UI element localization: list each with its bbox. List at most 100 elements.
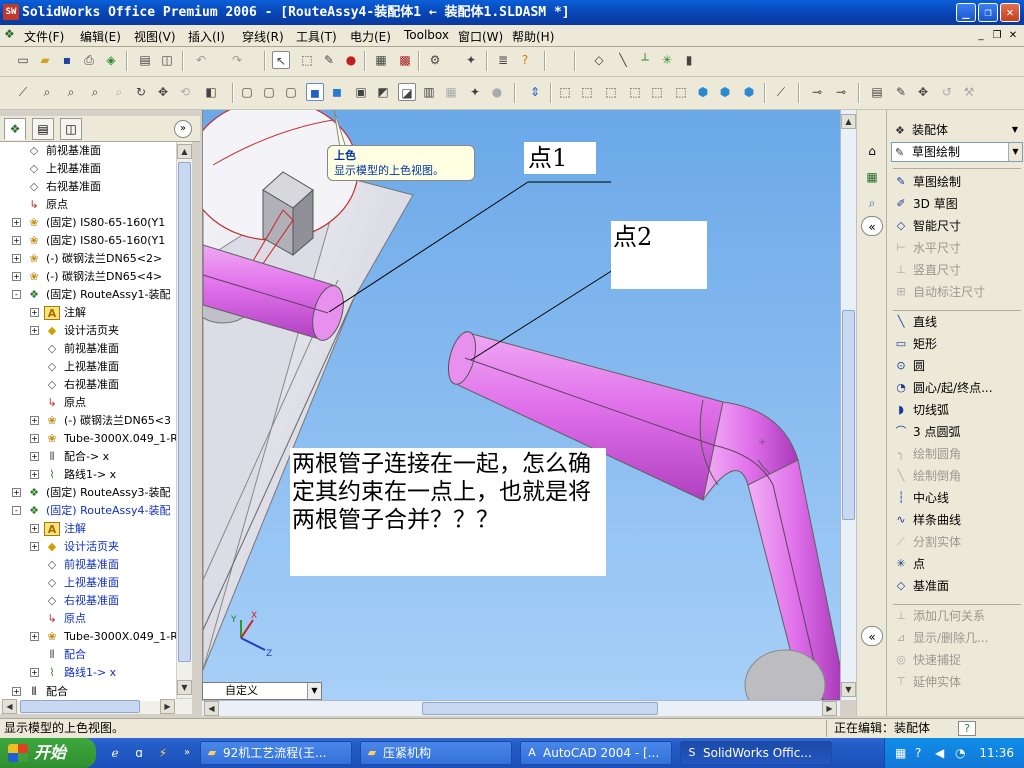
options-icon[interactable]: ⚙ bbox=[426, 51, 444, 69]
wizard-icon[interactable]: ✦ bbox=[462, 51, 480, 69]
cmd-centerline[interactable]: ┆ 中心线 bbox=[893, 488, 949, 508]
tree-row[interactable]: ↳ 原点 bbox=[0, 610, 176, 628]
cmd-smart-dimension[interactable]: ◇ 智能尺寸 bbox=[893, 216, 961, 236]
tree-row[interactable]: - ❖ (固定) RouteAssy1-装配 bbox=[0, 286, 176, 304]
collapse-left-icon-2[interactable]: « bbox=[861, 626, 883, 646]
dimension-line2-icon[interactable]: ⊸ bbox=[832, 83, 850, 101]
rotate-icon[interactable]: ↻ bbox=[132, 83, 150, 101]
expand-icon[interactable]: + bbox=[30, 524, 39, 533]
menu-help[interactable]: 帮助(H) bbox=[512, 28, 554, 45]
curvature-icon[interactable]: ▥ bbox=[420, 83, 438, 101]
menu-file[interactable]: 文件(F) bbox=[24, 28, 64, 45]
tree-row[interactable]: + ❀ (-) 碳钢法兰DN65<4> bbox=[0, 268, 176, 286]
new-icon[interactable]: ▭ bbox=[14, 51, 32, 69]
cmd-chamfer[interactable]: ╲ 绘制倒角 bbox=[893, 466, 961, 486]
tree-row-bottom[interactable]: + ⫴ 配合 bbox=[0, 683, 176, 701]
cmd-display-relation[interactable]: ⊿ 显示/删除几... bbox=[893, 628, 988, 648]
menu-window[interactable]: 窗口(W) bbox=[458, 28, 503, 45]
tree-hscroll-thumb[interactable] bbox=[20, 700, 140, 713]
maximize-button[interactable]: ❐ bbox=[978, 3, 998, 22]
zoom-combo[interactable]: 自定义 ▼ bbox=[202, 682, 322, 700]
tree-row[interactable]: + ❀ (固定) IS80-65-160(Y1 bbox=[0, 232, 176, 250]
sketch-tool-icon[interactable]: ⟋ bbox=[14, 83, 32, 101]
line-route-icon[interactable]: ╲ bbox=[614, 51, 632, 69]
zoom-in-out-icon[interactable]: ⌕ bbox=[86, 83, 104, 101]
shadow-icon[interactable]: ▣ bbox=[352, 83, 370, 101]
sketch-edit-icon[interactable]: ✎ bbox=[320, 51, 338, 69]
measure-icon[interactable]: ⟋ bbox=[772, 83, 790, 101]
tree-row[interactable]: ◇ 前视基准面 bbox=[0, 142, 176, 160]
tree-row[interactable]: + ⫴ 配合-> x bbox=[0, 448, 176, 466]
viewport-vscroll-thumb[interactable] bbox=[842, 310, 855, 520]
cmd-circle[interactable]: ⊙ 圆 bbox=[893, 356, 925, 376]
right-view-icon[interactable]: ⬚ bbox=[626, 83, 644, 101]
expand-icon[interactable]: + bbox=[30, 434, 39, 443]
rotate-component-icon[interactable]: ↺ bbox=[938, 83, 956, 101]
chevron-down-icon[interactable]: ▼ bbox=[1008, 143, 1022, 161]
pan-icon[interactable]: ✥ bbox=[154, 83, 172, 101]
cmd-fillet[interactable]: ╮ 绘制圆角 bbox=[893, 444, 961, 464]
scroll-left-icon[interactable]: ◀ bbox=[2, 699, 17, 714]
menu-insert[interactable]: 插入(I) bbox=[188, 28, 225, 45]
tree-row[interactable]: + ⌇ 路线1-> x bbox=[0, 664, 176, 682]
taskbar-item[interactable]: A AutoCAD 2004 - [... bbox=[520, 741, 672, 765]
select-icon[interactable]: ↖ bbox=[272, 51, 290, 69]
cmd-auto-dimension[interactable]: ⊞ 自动标注尺寸 bbox=[893, 282, 985, 302]
scroll-up-icon[interactable]: ▲ bbox=[841, 114, 856, 129]
dimetric-icon[interactable]: ⬢ bbox=[740, 83, 758, 101]
tree-row[interactable]: ◇ 右视基准面 bbox=[0, 592, 176, 610]
cmd-3d-sketch[interactable]: ✐ 3D 草图 bbox=[893, 194, 957, 214]
ie-icon[interactable]: ℯ bbox=[106, 744, 124, 762]
expand-icon[interactable]: + bbox=[12, 236, 21, 245]
collapse-left-icon[interactable]: « bbox=[861, 216, 883, 236]
zoom-area-icon[interactable]: ⌕ bbox=[62, 83, 80, 101]
library-icon[interactable]: ▦ bbox=[861, 166, 883, 186]
hidden-lines-removed-icon[interactable]: ▢ bbox=[282, 83, 300, 101]
viewport-hscroll-thumb[interactable] bbox=[422, 702, 658, 715]
edit-component-icon[interactable]: ✎ bbox=[892, 83, 910, 101]
smart-fastener-icon[interactable]: ⚒ bbox=[960, 83, 978, 101]
cmd-add-relation[interactable]: ⊥ 添加几何关系 bbox=[893, 606, 985, 626]
cmd-plane[interactable]: ◇ 基准面 bbox=[893, 576, 949, 596]
point-star-icon[interactable]: ✳ bbox=[658, 51, 676, 69]
tree-row[interactable]: ⫴ 配合 bbox=[0, 646, 176, 664]
scroll-right-icon[interactable]: ▶ bbox=[160, 699, 175, 714]
camera-icon[interactable]: ● bbox=[488, 83, 506, 101]
shaded-icon[interactable]: ◼ bbox=[328, 83, 346, 101]
cmd-tangent-arc[interactable]: ◗ 切线弧 bbox=[893, 400, 949, 420]
graphics-viewport[interactable]: + Y X Z bbox=[202, 110, 840, 700]
menu-routing[interactable]: 穿线(R) bbox=[242, 28, 284, 45]
tree-row[interactable]: + ❖ (固定) RouteAssy3-装配 bbox=[0, 484, 176, 502]
tree-horizontal-scrollbar[interactable]: + ⫴ 配合 ◀ ▶ bbox=[0, 683, 192, 714]
menu-edit[interactable]: 编辑(E) bbox=[80, 28, 121, 45]
back-view-icon[interactable]: ⬚ bbox=[578, 83, 596, 101]
more-quicklaunch-icon[interactable]: » bbox=[178, 744, 196, 762]
help-icon[interactable]: ? bbox=[516, 51, 534, 69]
section-view-icon[interactable]: ◩ bbox=[374, 83, 392, 101]
expand-icon[interactable]: + bbox=[30, 326, 39, 335]
tree-row[interactable]: + ❀ (固定) IS80-65-160(Y1 bbox=[0, 214, 176, 232]
scroll-left-icon[interactable]: ◀ bbox=[204, 701, 219, 716]
redo-icon[interactable]: ↷ bbox=[228, 51, 246, 69]
normal-to-icon[interactable]: ⇕ bbox=[526, 83, 544, 101]
search-icon[interactable]: ⌕ bbox=[861, 192, 883, 212]
expand-icon[interactable]: + bbox=[12, 218, 21, 227]
trimetric-icon[interactable]: ⬢ bbox=[716, 83, 734, 101]
tree-scroll-thumb[interactable] bbox=[178, 162, 191, 662]
tree-row[interactable]: ↳ 原点 bbox=[0, 394, 176, 412]
assembly-combo[interactable]: ❖ 装配体 ▼ bbox=[891, 120, 1023, 140]
wireframe-icon[interactable]: ▢ bbox=[238, 83, 256, 101]
cmd-spline[interactable]: ∿ 样条曲线 bbox=[893, 510, 961, 530]
sketch-combo[interactable]: ✎ 草图绘制 ▼ bbox=[891, 142, 1023, 162]
lightning-icon[interactable]: ⚡ bbox=[154, 744, 172, 762]
help-status-icon[interactable]: ? bbox=[958, 721, 976, 736]
isometric-icon[interactable]: ⬢ bbox=[694, 83, 712, 101]
component-icon[interactable]: ▮ bbox=[680, 51, 698, 69]
tree-row[interactable]: - ❖ (固定) RouteAssy4-装配 bbox=[0, 502, 176, 520]
start-button[interactable]: 开始 bbox=[0, 738, 96, 768]
cmd-quick-snap[interactable]: ◎ 快速捕捉 bbox=[893, 650, 961, 670]
tree-row[interactable]: + ◆ 设计活页夹 bbox=[0, 538, 176, 556]
layer-icon[interactable]: ▤ bbox=[868, 83, 886, 101]
cmd-split[interactable]: ⟋ 分割实体 bbox=[893, 532, 961, 552]
tree-row[interactable]: ↳ 原点 bbox=[0, 196, 176, 214]
